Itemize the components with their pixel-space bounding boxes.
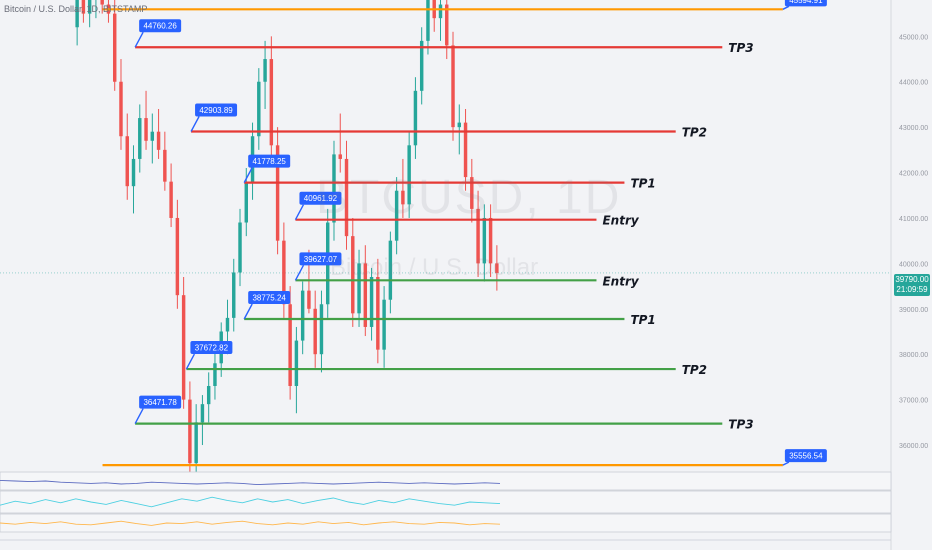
level-price-label: 37672.82 [195, 344, 229, 353]
candle-body [188, 399, 192, 464]
price-tick-label: 37000.00 [899, 398, 928, 405]
price-tick-label: 44000.00 [899, 80, 928, 87]
candle-body [457, 122, 462, 128]
candle-body [413, 90, 418, 146]
level-price-label: 36471.78 [143, 398, 177, 407]
candle-body [144, 118, 148, 141]
level-target-label: TP1 [630, 177, 655, 191]
price-tick-label: 40000.00 [899, 261, 928, 268]
candle-body [150, 131, 155, 141]
candle-body [307, 290, 311, 309]
candle-body [232, 272, 236, 318]
candle-body [376, 277, 380, 350]
level-target-label: TP1 [630, 313, 655, 327]
candle-body [213, 363, 217, 386]
candle-body [419, 40, 424, 91]
candle-body [175, 217, 180, 296]
price-tick-label: 39000.00 [899, 307, 928, 314]
candle-body [125, 136, 129, 187]
candle-body [313, 308, 317, 355]
candle-body [244, 181, 249, 223]
candle-body [238, 222, 242, 273]
candle-body [225, 317, 230, 332]
indicator-panes [0, 471, 892, 541]
level-price-label: 38775.24 [252, 293, 286, 302]
level-target-label: TP3 [728, 41, 753, 55]
level-target-label: TP2 [682, 363, 707, 377]
price-tick-label: 41000.00 [899, 216, 928, 223]
candle-body [194, 422, 198, 464]
candle-body [138, 118, 142, 159]
candle-body [426, 0, 430, 41]
last-price-countdown: 21:09:59 [896, 285, 928, 294]
candle-body [338, 154, 342, 159]
level-price-label: 41778.25 [252, 157, 286, 166]
candle-body [300, 290, 305, 341]
last-price-tag: 39790.00 21:09:59 [894, 274, 930, 296]
candle-body [294, 340, 299, 386]
level-price-label: 35556.54 [789, 452, 823, 461]
candle-body [181, 295, 186, 400]
candle-body [112, 13, 117, 82]
candle-body [119, 81, 123, 137]
candle-body [319, 304, 324, 355]
candle-body [131, 158, 136, 187]
level-price-label: 44760.26 [143, 22, 177, 31]
candle-body [263, 59, 267, 82]
candle-body [382, 299, 386, 350]
candle-body [200, 404, 205, 423]
level-target-label: Entry [602, 274, 639, 288]
price-tick-label: 42000.00 [899, 171, 928, 178]
level-price-label: 45594.91 [789, 0, 823, 5]
candle-body [438, 4, 443, 19]
candle-body [163, 149, 167, 182]
candle-body [445, 4, 449, 46]
watermark-name: Bitcoin / U.S. Dollar [330, 254, 539, 281]
candle-body [169, 181, 173, 218]
watermark-symbol: BTCUSD, 1D [316, 171, 622, 224]
level-target-label: TP2 [682, 126, 707, 140]
indicator-pane [0, 490, 892, 514]
level-target-label: TP3 [728, 418, 753, 432]
price-tick-label: 38000.00 [899, 352, 928, 359]
price-tick-label: 43000.00 [899, 125, 928, 132]
candle-body [288, 304, 292, 386]
price-tick-label: 36000.00 [899, 443, 928, 450]
candle-body [156, 131, 161, 150]
candle-body [451, 45, 455, 128]
symbol-header: Bitcoin / U.S. Dollar, 1D, BITSTAMP [4, 4, 148, 14]
candle-body [206, 385, 211, 405]
level-price-label: 42903.89 [199, 106, 233, 115]
indicator-pane [0, 471, 892, 491]
candle-body [257, 81, 261, 137]
price-tick-label: 45000.00 [899, 34, 928, 41]
last-price-value: 39790.00 [895, 275, 929, 284]
